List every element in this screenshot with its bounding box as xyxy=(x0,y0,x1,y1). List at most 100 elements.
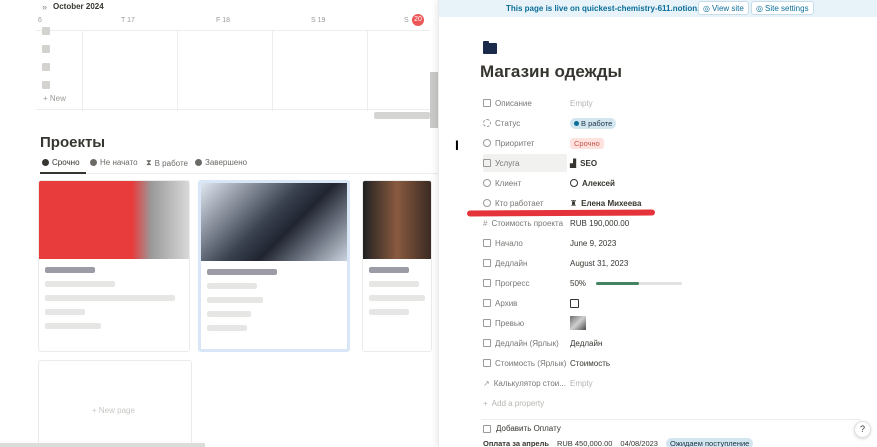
person-icon xyxy=(483,179,491,187)
property-deadline[interactable]: Дедлайн August 31, 2023 xyxy=(479,254,819,272)
tab-done[interactable]: Завершено xyxy=(195,158,247,167)
alert-icon xyxy=(42,159,49,166)
view-site-button[interactable]: ◎ View site xyxy=(698,1,749,15)
property-start[interactable]: Начало June 9, 2023 xyxy=(479,234,819,252)
expand-chevrons-icon[interactable]: » xyxy=(42,2,47,12)
property-name-label: Прогресс xyxy=(495,278,530,288)
property-name-label: Калькулятор стои... xyxy=(493,378,566,388)
progress-bar xyxy=(596,281,683,285)
event-icon[interactable] xyxy=(42,81,50,89)
property-value[interactable]: Дедлайн xyxy=(570,334,602,352)
property-client[interactable]: Клиент Алексей xyxy=(479,174,819,192)
add-property-label: Add a property xyxy=(491,398,545,408)
attachment-icon xyxy=(483,319,491,327)
project-card[interactable] xyxy=(362,180,432,352)
property-cost-label[interactable]: Стоимость (Ярлык) Стоимость xyxy=(479,354,819,372)
folder-icon[interactable] xyxy=(483,41,497,54)
property-name: Дедлайн (Ярлык) xyxy=(483,334,567,352)
property-value[interactable]: Empty xyxy=(570,94,593,112)
status-icon xyxy=(483,119,491,127)
calendar-event-icons xyxy=(42,27,50,99)
property-value[interactable]: Empty xyxy=(570,374,593,392)
archive-checkbox[interactable] xyxy=(570,298,579,308)
divider xyxy=(481,419,861,420)
property-value[interactable]: Срочно xyxy=(570,134,604,152)
preview-thumbnail[interactable] xyxy=(570,316,586,330)
property-deadline-label[interactable]: Дедлайн (Ярлык) Дедлайн xyxy=(479,334,819,352)
payment-row[interactable]: Оплата за апрель RUB 450,000.00 04/08/20… xyxy=(483,438,754,447)
property-name: # Стоимость проекта xyxy=(483,214,567,232)
formula-icon xyxy=(483,279,491,287)
progress-text: 50% xyxy=(570,278,587,288)
property-name-label: Статус xyxy=(495,118,521,128)
project-card[interactable] xyxy=(198,180,350,352)
calendar-day: T 17 xyxy=(121,17,135,24)
property-service[interactable]: Услуга ▟ SEO xyxy=(479,154,819,172)
calendar-new-button[interactable]: + New xyxy=(43,94,66,103)
property-description[interactable]: Описание Empty xyxy=(479,94,819,112)
property-project-cost[interactable]: # Стоимость проекта RUB 190,000.00 xyxy=(479,214,819,232)
globe-icon: ◎ xyxy=(703,3,710,13)
property-value[interactable] xyxy=(570,314,586,332)
hourglass-icon: ⧗ xyxy=(146,158,152,167)
property-name: + Add a property xyxy=(483,398,545,408)
property-priority[interactable]: Приоритет Срочно xyxy=(479,134,819,152)
property-name-label: Начало xyxy=(495,238,523,248)
site-settings-button[interactable]: ◎ Site settings xyxy=(751,1,814,15)
new-project-card[interactable] xyxy=(38,360,192,447)
property-value[interactable]: В работе xyxy=(570,114,617,132)
page-peek-panel: This page is live on quickest-chemistry-… xyxy=(438,0,877,447)
vertical-scrollbar[interactable] xyxy=(430,72,438,128)
person-icon xyxy=(570,179,578,187)
property-archive[interactable]: Архив xyxy=(479,294,819,312)
property-value[interactable]: RUB 190,000.00 xyxy=(570,214,629,232)
property-progress[interactable]: Прогресс 50% xyxy=(479,274,819,292)
help-button[interactable]: ? xyxy=(854,421,871,438)
calendar-day: S xyxy=(404,17,409,24)
property-value[interactable]: ▟ SEO xyxy=(570,154,597,172)
payment-title: Оплата за апрель xyxy=(483,439,549,447)
notion-window: » October 2024 6 T 17 F 18 S 19 S 20 + N… xyxy=(0,0,877,447)
new-page-button[interactable]: + New page xyxy=(92,406,135,415)
property-value[interactable]: 50% xyxy=(570,274,683,292)
active-tab-indicator xyxy=(40,172,86,174)
event-icon[interactable] xyxy=(42,63,50,71)
property-calculator[interactable]: ↗ Калькулятор стои... Empty xyxy=(479,374,819,392)
tab-not-started[interactable]: Не начато xyxy=(90,158,138,167)
property-name: Стоимость (Ярлык) xyxy=(483,354,567,372)
new-page-label: New page xyxy=(98,406,135,415)
property-preview[interactable]: Превью xyxy=(479,314,819,332)
property-name-label: Дедлайн (Ярлык) xyxy=(495,338,559,348)
circle-icon xyxy=(90,159,97,166)
tab-in-progress[interactable]: ⧗ В работе xyxy=(146,158,188,168)
bottom-scrollbar[interactable] xyxy=(0,443,205,447)
today-badge[interactable]: 20 xyxy=(412,14,424,26)
event-icon[interactable] xyxy=(42,45,50,53)
property-value[interactable]: Стоимость xyxy=(570,354,610,372)
horizontal-scrollbar[interactable] xyxy=(374,112,430,119)
person-text: Елена Михеева xyxy=(581,198,642,208)
text-icon xyxy=(483,359,491,367)
event-icon[interactable] xyxy=(42,27,50,35)
add-property-button[interactable]: + Add a property xyxy=(479,394,819,412)
calendar-grid xyxy=(36,30,430,111)
property-name: Архив xyxy=(483,294,567,312)
formula-icon xyxy=(483,339,491,347)
property-value[interactable]: August 31, 2023 xyxy=(570,254,628,272)
project-card[interactable] xyxy=(38,180,190,352)
tab-urgent[interactable]: Срочно xyxy=(42,158,80,167)
card-cover-image xyxy=(201,183,347,261)
add-payment-label: Добавить Оплату xyxy=(496,424,561,433)
add-payment-button[interactable]: Добавить Оплату xyxy=(483,424,561,433)
property-name: Статус xyxy=(483,114,567,132)
property-value[interactable] xyxy=(570,294,579,312)
property-status[interactable]: Статус В работе xyxy=(479,114,819,132)
page-title[interactable]: Магазин одежды xyxy=(480,62,622,82)
settings-icon: ◎ xyxy=(756,3,763,13)
calendar-month: October 2024 xyxy=(53,2,104,11)
property-value[interactable]: June 9, 2023 xyxy=(570,234,616,252)
property-value[interactable]: Алексей xyxy=(570,174,615,192)
select-icon xyxy=(483,139,491,147)
tab-label: В работе xyxy=(154,158,188,168)
card-cover-image xyxy=(39,181,189,259)
